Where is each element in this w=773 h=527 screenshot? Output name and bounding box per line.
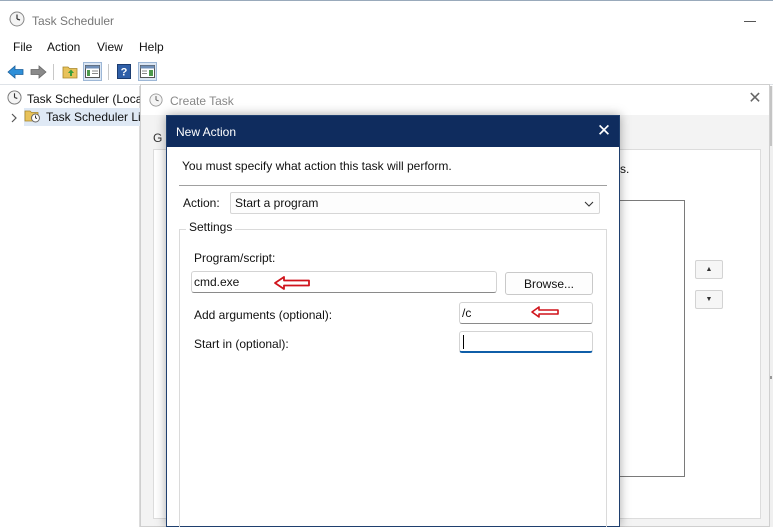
toolbar-separator (53, 64, 54, 80)
new-action-dialog: New Action ✕ You must specify what actio… (166, 115, 620, 527)
close-icon[interactable]: ✕ (747, 91, 763, 107)
back-arrow-icon[interactable] (6, 62, 25, 81)
program-script-label: Program/script: (194, 251, 276, 265)
close-icon[interactable]: ✕ (595, 122, 613, 140)
action-select[interactable]: Start a program (230, 192, 600, 214)
toolbar: ? (0, 59, 773, 85)
triangle-down-icon: ▼ (705, 296, 713, 303)
help-icon[interactable]: ? (114, 62, 133, 81)
clock-icon (149, 93, 163, 110)
svg-text:?: ? (120, 67, 127, 79)
move-up-button[interactable]: ▲ (695, 260, 723, 279)
show-action-pane-icon[interactable] (138, 62, 157, 81)
menu-view[interactable]: View (97, 40, 123, 54)
start-in-label: Start in (optional): (194, 337, 289, 351)
open-folder-icon[interactable] (60, 62, 79, 81)
menu-action[interactable]: Action (47, 40, 80, 54)
red-annotation-arrow-icon (530, 305, 560, 322)
chevron-down-icon (584, 198, 594, 208)
move-down-button[interactable]: ▼ (695, 290, 723, 309)
tab-general[interactable]: G (153, 131, 162, 145)
tree-item-label: Task Scheduler (Local (27, 92, 146, 106)
menu-help[interactable]: Help (139, 40, 164, 54)
triangle-up-icon: ▲ (705, 266, 713, 273)
console-tree-pane: Task Scheduler (Local Task Scheduler Lil (0, 86, 145, 527)
add-arguments-input[interactable]: /c (459, 302, 593, 324)
forward-arrow-icon[interactable] (29, 62, 48, 81)
chevron-right-icon[interactable] (10, 112, 18, 126)
red-annotation-arrow-icon (273, 275, 311, 294)
text-caret (463, 335, 464, 349)
program-script-input[interactable]: cmd.exe (191, 271, 497, 293)
create-task-title: Create Task (170, 94, 234, 108)
window-title: Task Scheduler (32, 14, 115, 28)
minimize-button[interactable] (744, 9, 773, 33)
add-arguments-label: Add arguments (optional): (194, 308, 333, 322)
tree-item-task-scheduler-local[interactable]: Task Scheduler (Local (7, 90, 145, 108)
action-select-value: Start a program (235, 196, 319, 210)
new-action-titlebar: New Action ✕ (167, 116, 619, 147)
clock-icon (7, 90, 22, 108)
divider (179, 185, 607, 187)
program-script-value: cmd.exe (194, 275, 240, 289)
tree-item-task-scheduler-library[interactable]: Task Scheduler Lil (24, 108, 140, 126)
show-hide-console-tree-icon[interactable] (83, 62, 102, 81)
menu-file[interactable]: File (13, 40, 32, 54)
create-task-titlebar: Create Task ✕ (141, 85, 769, 115)
instruction-text: You must specify what action this task w… (182, 159, 452, 173)
start-in-input[interactable] (459, 331, 593, 353)
settings-legend: Settings (186, 220, 236, 234)
actions-list[interactable] (611, 200, 685, 477)
main-titlebar: Task Scheduler (0, 0, 773, 36)
tree-item-label: Task Scheduler Lil (46, 110, 140, 124)
toolbar-separator (108, 64, 109, 80)
action-label: Action: (183, 196, 220, 210)
library-folder-clock-icon (24, 108, 41, 126)
add-arguments-value: /c (462, 306, 472, 320)
new-action-title: New Action (176, 125, 237, 139)
browse-button[interactable]: Browse... (505, 272, 593, 295)
task-scheduler-clock-icon (9, 11, 25, 30)
menu-bar: File Action View Help (0, 36, 773, 58)
